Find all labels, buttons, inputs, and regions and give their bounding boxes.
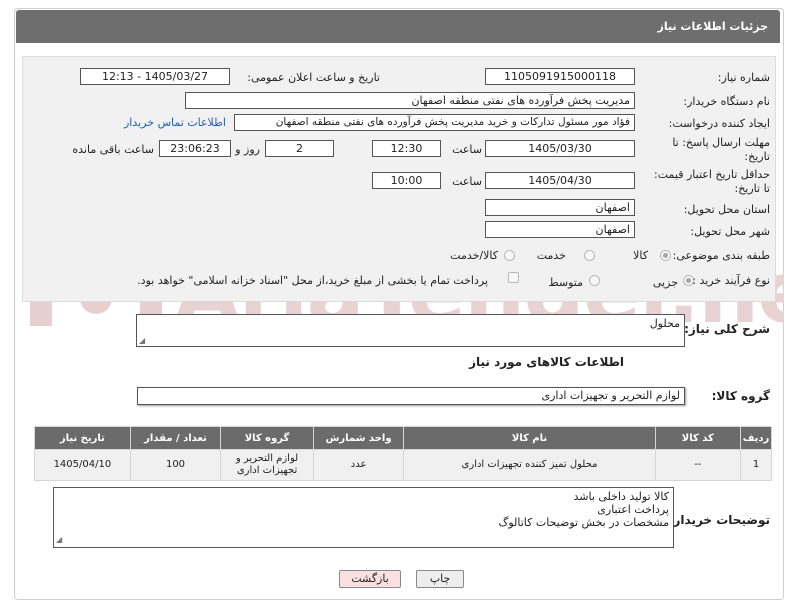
panel-title: جزئیات اطلاعات نیاز (657, 20, 769, 33)
resize-grip-icon[interactable]: ◢ (56, 533, 62, 546)
print-button[interactable]: چاپ (416, 570, 464, 588)
need-number-label: شماره نیاز: (717, 71, 770, 84)
col-name: نام کالا (403, 426, 656, 450)
table-row: 1 -- محلول تمیز کننده تجهیزات اداری عدد … (34, 449, 772, 481)
process-type-label: نوع فرآیند خرید : (692, 274, 770, 287)
process-option-minor: جزیی (652, 276, 678, 289)
creator-field: فؤاد مور مسئول تدارکات و خرید مدیریت پخش… (234, 114, 635, 131)
process-option-medium: متوسط (548, 276, 583, 289)
validity-time-field: 10:00 (372, 172, 441, 189)
announce-datetime-field: 1405/03/27 - 12:13 (80, 68, 230, 85)
deadline-time-field: 12:30 (372, 140, 441, 157)
province-field: اصفهان (485, 199, 635, 216)
col-code: کد کالا (654, 426, 742, 450)
buyer-org-field: مدیریت پخش فرآورده های نفتی منطقه اصفهان (185, 92, 635, 109)
buyer-notes-label: توضیحات خریدار: (668, 513, 770, 527)
cell-code: -- (654, 449, 742, 481)
goods-table: ردیف کد کالا نام کالا واحد شمارش گروه کا… (34, 426, 772, 481)
description-textarea[interactable]: محلول ◢ (136, 314, 685, 347)
back-button[interactable]: بازگشت (339, 570, 401, 588)
panel-header: جزئیات اطلاعات نیاز (16, 10, 780, 43)
buyer-org-label: نام دستگاه خریدار: (683, 95, 770, 108)
category-label: طبقه بندی موضوعی: (672, 249, 770, 262)
treasury-payment-checkbox[interactable] (508, 272, 519, 283)
validity-date-field: 1405/04/30 (485, 172, 635, 189)
deadline-label-line1: مهلت ارسال پاسخ: تا (672, 136, 770, 149)
col-group: گروه کالا (220, 426, 314, 450)
col-unit: واحد شمارش (312, 426, 405, 450)
col-index: ردیف (740, 426, 772, 450)
process-radio-medium[interactable] (589, 275, 600, 286)
goods-section-title: اطلاعات کالاهای مورد نیاز (469, 355, 624, 369)
need-number-field: 1105091915000118 (485, 68, 635, 85)
creator-label: ایجاد کننده درخواست: (668, 117, 770, 130)
city-label: شهر محل تحویل: (690, 225, 770, 238)
cell-date: 1405/04/10 (34, 449, 131, 481)
col-qty: تعداد / مقدار (129, 426, 222, 450)
buyer-note-line: پرداخت اعتباری (597, 503, 669, 516)
cell-unit: عدد (312, 449, 405, 481)
days-remaining-field: 2 (265, 140, 334, 157)
goods-table-header: ردیف کد کالا نام کالا واحد شمارش گروه کا… (34, 426, 772, 450)
process-radio-minor[interactable] (683, 275, 694, 286)
cell-index: 1 (740, 449, 772, 481)
category-radio-service[interactable] (584, 250, 595, 261)
deadline-time-label: ساعت (452, 143, 482, 156)
category-option-goods-service: کالا/خدمت (450, 249, 498, 262)
cell-group: لوازم التحریر و تجهیزات اداری (220, 449, 314, 481)
validity-label-line1: حداقل تاریخ اعتبار قیمت: (654, 168, 770, 181)
resize-grip-icon[interactable]: ◢ (139, 336, 145, 345)
goods-group-field: لوازم التحریر و تجهیزات اداری (137, 387, 685, 405)
days-label: روز و (235, 143, 260, 156)
category-option-service: خدمت (536, 249, 566, 262)
goods-group-label: گروه کالا: (711, 389, 770, 403)
time-remaining-label: ساعت باقی مانده (72, 143, 154, 156)
validity-label-line2: تا تاریخ: (734, 182, 770, 195)
category-option-goods: کالا (633, 249, 648, 262)
buyer-contact-link[interactable]: اطلاعات تماس خریدار (124, 116, 226, 129)
col-date: تاریخ نیاز (34, 426, 131, 450)
deadline-label-line2: تاریخ: (744, 150, 770, 163)
description-text: محلول (649, 317, 680, 330)
buyer-notes-textarea[interactable]: کالا تولید داخلی باشد پرداخت اعتباری مشخ… (53, 487, 674, 548)
city-field: اصفهان (485, 221, 635, 238)
cell-name: محلول تمیز کننده تجهیزات اداری (403, 449, 656, 481)
announce-label: تاریخ و ساعت اعلان عمومی: (247, 71, 380, 84)
validity-time-label: ساعت (452, 175, 482, 188)
cell-qty: 100 (129, 449, 222, 481)
buyer-note-line: کالا تولید داخلی باشد (573, 490, 669, 503)
category-radio-goods-service[interactable] (504, 250, 515, 261)
province-label: استان محل تحویل: (683, 203, 770, 216)
deadline-date-field: 1405/03/30 (485, 140, 635, 157)
treasury-payment-note: پرداخت تمام یا بخشی از مبلغ خرید،از محل … (137, 274, 488, 287)
category-radio-goods[interactable] (660, 250, 671, 261)
time-remaining-field: 23:06:23 (159, 140, 231, 157)
buyer-note-line: مشخصات در بخش توضیحات کاتالوگ (498, 516, 669, 529)
description-label: شرح کلی نیاز: (684, 322, 770, 336)
